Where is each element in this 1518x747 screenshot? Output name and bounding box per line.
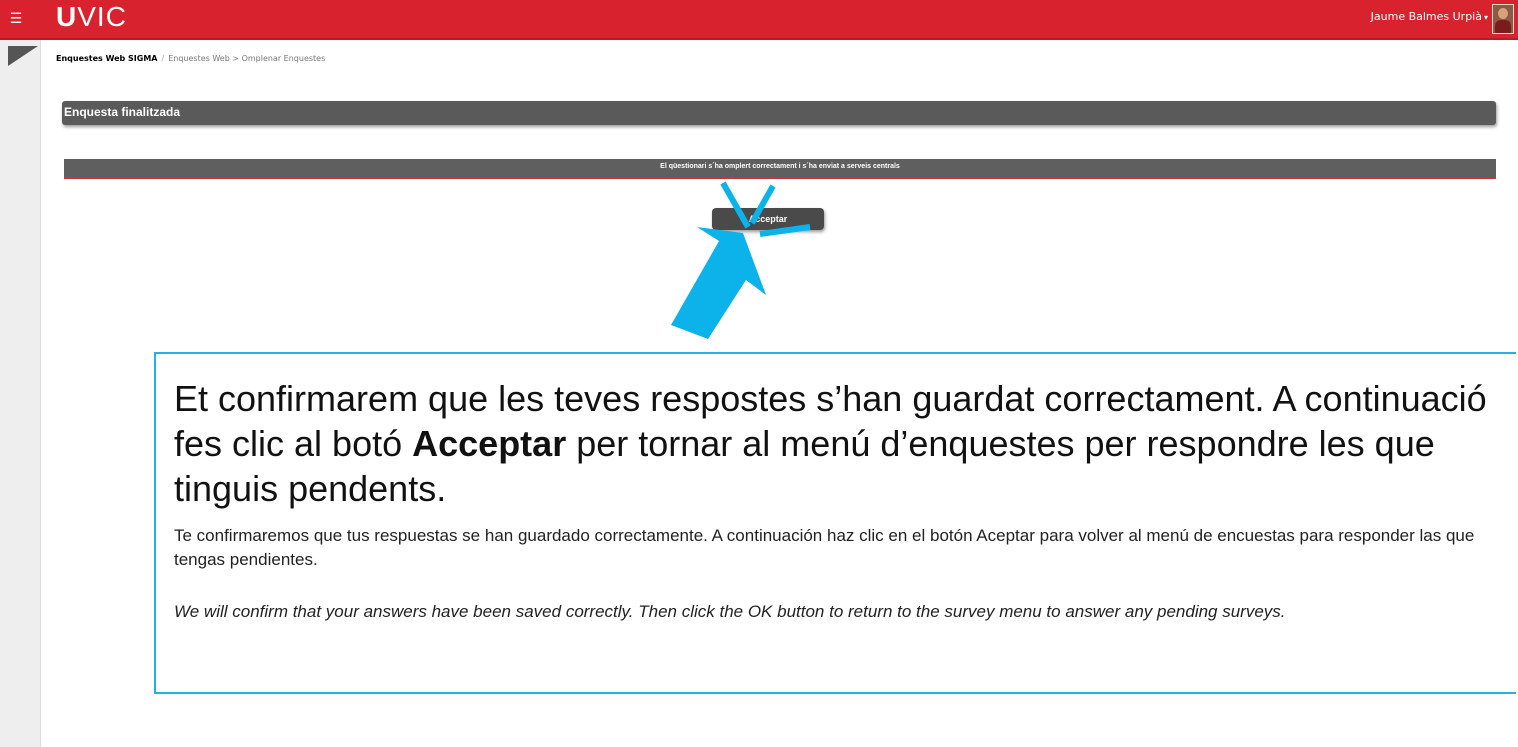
instruction-spanish: Te confirmaremos que tus respuestas se h… <box>174 526 1475 569</box>
instruction-callout: Et confirmarem que les teves respostes s… <box>154 352 1516 694</box>
sidebar <box>0 40 41 747</box>
avatar-body <box>1495 20 1511 33</box>
success-notice: El qüestionari s´ha omplert correctament… <box>64 159 1496 179</box>
user-menu[interactable]: Jaume Balmes Urpià ▾ <box>1371 10 1488 25</box>
accept-button[interactable]: Acceptar <box>712 208 824 230</box>
top-navbar: ☰ UVIC Jaume Balmes Urpià ▾ <box>0 0 1518 40</box>
breadcrumb-current: Enquestes Web > Omplenar Enquestes <box>168 54 326 63</box>
panel-title: Enquesta finalitzada <box>64 105 181 119</box>
user-name: Jaume Balmes Urpià <box>1370 10 1482 23</box>
panel-header: Enquesta finalitzada <box>62 101 1496 125</box>
chevron-down-icon: ▾ <box>1483 13 1488 22</box>
instruction-english: We will confirm that your answers have b… <box>174 602 1286 621</box>
breadcrumb: Enquestes Web SIGMA / Enquestes Web > Ompl… <box>56 54 325 63</box>
logo-u: U <box>56 1 78 32</box>
avatar[interactable] <box>1492 4 1514 34</box>
breadcrumb-home[interactable]: Enquestes Web SIGMA <box>56 54 158 63</box>
breadcrumb-separator: / <box>161 54 165 63</box>
hamburger-icon[interactable]: ☰ <box>8 8 24 28</box>
instruction-catalan-bold: Acceptar <box>412 423 567 464</box>
pointer-arrow-icon <box>671 227 766 339</box>
uvic-logo[interactable]: UVIC <box>56 2 127 32</box>
avatar-head <box>1498 8 1508 19</box>
logo-rest: VIC <box>77 1 127 32</box>
instruction-catalan: Et confirmarem que les teves respostes s… <box>174 376 1514 511</box>
sidebar-toggle-icon[interactable] <box>8 46 38 66</box>
